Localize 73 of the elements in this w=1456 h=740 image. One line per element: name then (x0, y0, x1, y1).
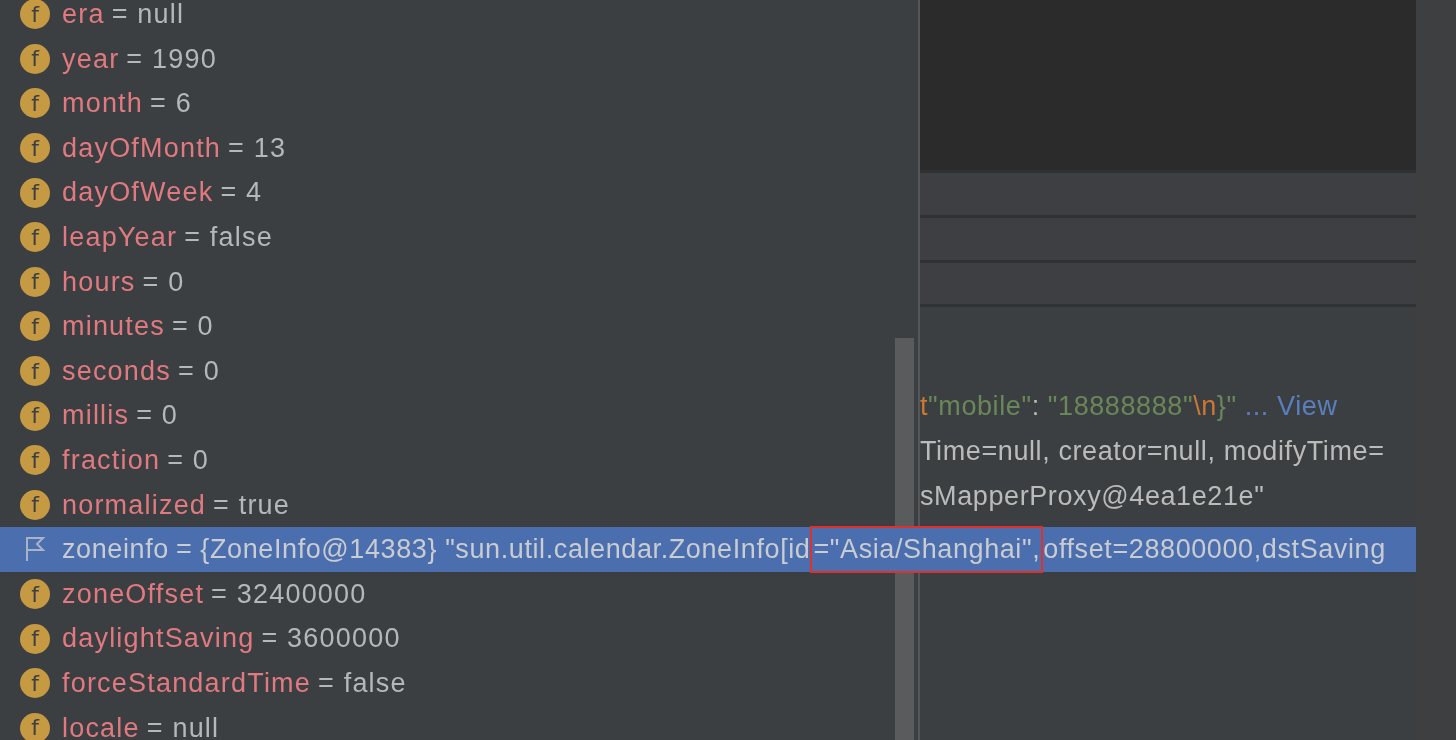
value-text: t"mobile": "18888888"\n}" (920, 390, 1237, 424)
variable-value: = false (318, 666, 407, 700)
variable-value: = 0 (167, 444, 210, 477)
variable-name: year (62, 42, 120, 76)
variable-name: leapYear (62, 221, 178, 254)
variable-name: dayOfMonth (62, 131, 222, 165)
field-icon: f (20, 133, 50, 164)
variable-row[interactable]: f millis = 0 (0, 393, 918, 438)
flag-icon (24, 536, 46, 563)
variable-value: = 13 (228, 131, 287, 165)
variable-value: = 0 (136, 399, 179, 433)
field-icon: f (20, 311, 50, 342)
variable-name: minutes (62, 310, 165, 344)
variable-value: = 0 (171, 310, 214, 344)
variable-value: = 32400000 (211, 577, 367, 611)
variable-name: fraction (62, 444, 161, 477)
variable-row[interactable]: f minutes = 0 (0, 304, 918, 349)
variable-name: daylightSaving (62, 622, 255, 656)
field-icon: f (20, 668, 50, 699)
variable-value: = 3600000 (261, 622, 401, 656)
variable-name: zoneinfo (62, 533, 169, 567)
field-icon: f (20, 489, 50, 520)
variable-value: = {ZoneInfo@14383} "sun.util.calendar.ZoneInfo[id (175, 533, 811, 567)
variable-row[interactable]: zoneinfo = {ZoneInfo@14383} "sun.util.calendar.ZoneInfo[id="Asia/Shanghai",offset=28800000,dstSaving (0, 527, 1416, 572)
variable-value: = false (184, 221, 273, 254)
variable-name: zoneOffset (62, 577, 205, 611)
variable-value: = 4 (220, 176, 263, 210)
field-icon: f (20, 0, 50, 30)
value-text: sMapperProxy@4ea1e21e" (920, 479, 1265, 513)
variable-row[interactable]: f daylightSaving = 3600000 (0, 616, 918, 661)
variable-value: = 6 (150, 87, 192, 121)
field-icon: f (20, 623, 50, 654)
variable-value: = 1990 (126, 42, 217, 76)
variable-value: = true (213, 488, 291, 522)
variable-name: era (62, 0, 105, 32)
variable-row[interactable]: f normalized = true (0, 482, 918, 528)
variable-value: = 0 (177, 354, 220, 388)
variable-row[interactable]: f zoneOffset = 32400000 (0, 571, 918, 617)
field-icon: f (20, 88, 50, 119)
variable-row[interactable]: f year = 1990 (0, 36, 918, 82)
variable-name: month (62, 87, 144, 121)
variable-name: forceStandardTime (62, 666, 311, 700)
highlighted-value: ="Asia/Shanghai", (810, 526, 1044, 573)
field-icon: f (20, 266, 50, 297)
variable-name: seconds (62, 354, 171, 388)
variable-name: locale (62, 711, 140, 740)
variable-name: normalized (62, 488, 207, 522)
value-text: Time=null, creator=null, modifyTime= (920, 434, 1385, 468)
variable-row[interactable]: f dayOfWeek = 4 (0, 170, 918, 215)
variable-row[interactable]: f locale = null (0, 705, 918, 740)
variable-row[interactable]: f forceStandardTime = false (0, 660, 918, 706)
variable-row[interactable]: f month = 6 (0, 81, 918, 126)
variable-row[interactable]: f dayOfMonth = 13 (0, 125, 918, 171)
variable-name: hours (62, 265, 136, 299)
field-icon: f (20, 712, 50, 740)
field-icon: f (20, 222, 50, 253)
variable-row[interactable]: f leapYear = false (0, 214, 918, 260)
variable-row[interactable]: f fraction = 0 (0, 437, 918, 483)
field-icon: f (20, 400, 50, 431)
field-icon: f (20, 356, 50, 387)
field-icon: f (20, 445, 50, 476)
variable-name: millis (62, 399, 130, 433)
variable-value: = null (146, 711, 220, 740)
field-icon: f (20, 177, 50, 208)
variable-value: = 0 (142, 265, 185, 299)
variable-name: dayOfWeek (62, 176, 214, 210)
variable-row[interactable]: f seconds = 0 (0, 348, 918, 394)
variable-row[interactable]: f hours = 0 (0, 259, 918, 305)
field-icon: f (20, 43, 50, 74)
variable-value: offset=28800000,dstSaving (1043, 533, 1386, 567)
variable-row[interactable]: f era = null (0, 0, 918, 37)
field-icon: f (20, 579, 50, 609)
variable-value: = null (111, 0, 185, 32)
